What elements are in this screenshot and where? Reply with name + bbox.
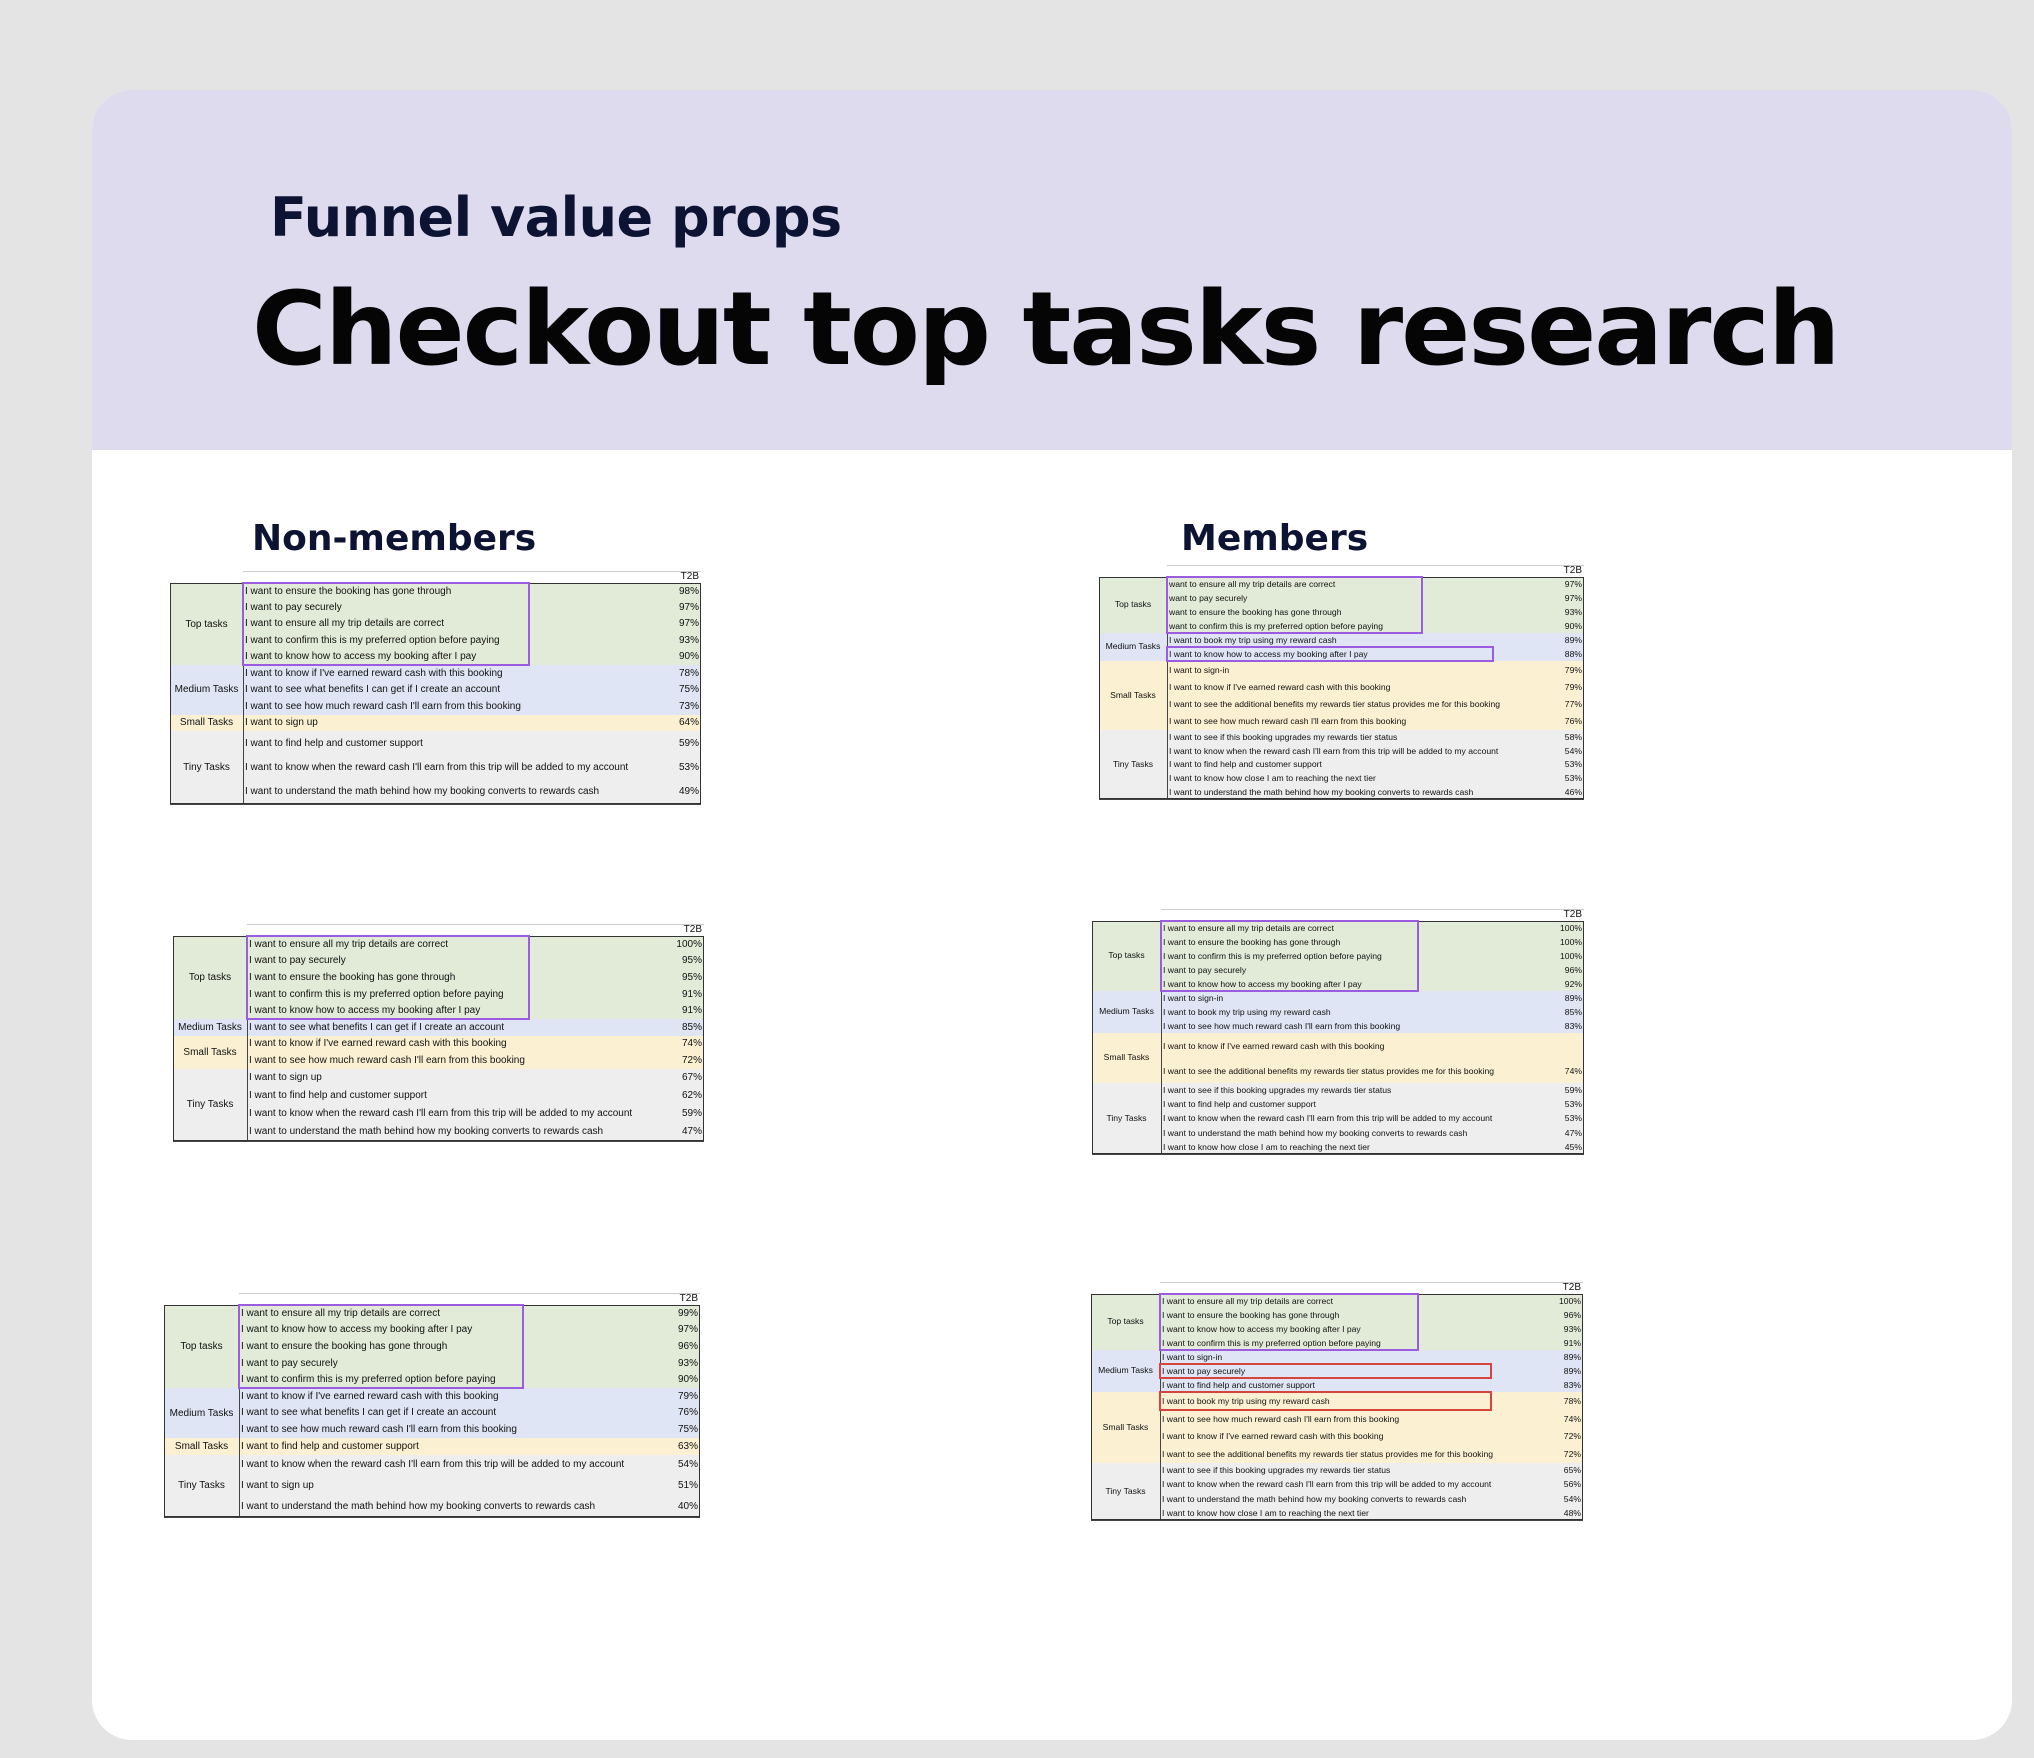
table-header-line	[1160, 1282, 1583, 1283]
members-heading: Members	[1181, 518, 1369, 559]
table-header-line	[247, 924, 704, 925]
table-header-line	[243, 571, 701, 572]
task-table-non-members-red: T2B Top tasks I want to ensure all my trip…	[173, 924, 704, 1142]
table-header-line	[1161, 909, 1584, 910]
table-border	[1091, 1294, 1583, 1520]
header-band: Funnel value props Checkout top tasks re…	[92, 90, 2012, 450]
table-border	[170, 583, 701, 804]
t2b-header: T2B	[683, 924, 702, 935]
task-table-non-members-navy: T2B Top tasks I want to ensure all my trip…	[164, 1293, 700, 1518]
t2b-header: T2B	[680, 571, 699, 582]
task-table-non-members-yellow: T2B Top tasks I want to ensure the booking…	[170, 571, 701, 805]
table-border	[173, 936, 704, 1141]
non-members-heading: Non-members	[252, 518, 537, 559]
table-border	[1099, 577, 1584, 799]
task-table-members-yellow: T2B Top tasks want to ensure all my trip d…	[1099, 565, 1584, 800]
t2b-header: T2B	[1563, 565, 1582, 576]
slide-card: Funnel value props Checkout top tasks re…	[92, 90, 2012, 1740]
page-title: Checkout top tasks research	[252, 270, 1840, 389]
t2b-header: T2B	[1563, 909, 1582, 920]
table-header-line	[1167, 565, 1584, 566]
table-header-line	[239, 1293, 700, 1294]
task-table-members-navy: T2B Top tasks I want to ensure all my trip…	[1091, 1282, 1583, 1521]
t2b-header: T2B	[1562, 1282, 1581, 1293]
eyebrow-label: Funnel value props	[270, 186, 842, 249]
table-border	[1092, 921, 1584, 1154]
task-table-members-red: T2B Top tasks I want to ensure all my trip…	[1092, 909, 1584, 1155]
t2b-header: T2B	[679, 1293, 698, 1304]
table-border	[164, 1305, 700, 1517]
